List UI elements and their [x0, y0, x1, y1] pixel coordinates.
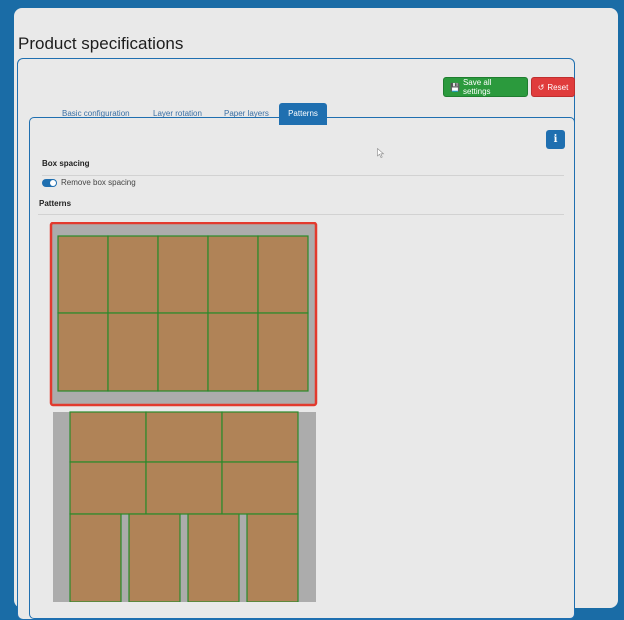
reset-button-label: Reset: [547, 82, 569, 92]
remove-box-spacing-label: Remove box spacing: [61, 178, 136, 187]
save-button-label: Save all settings: [462, 78, 492, 96]
reset-button[interactable]: ↺ Reset: [531, 77, 575, 97]
tab-patterns[interactable]: Patterns: [279, 103, 327, 125]
pattern-option-1[interactable]: [49, 222, 318, 407]
divider: [42, 175, 564, 176]
info-button[interactable]: i: [546, 130, 565, 149]
remove-box-spacing-toggle[interactable]: [42, 179, 57, 187]
tab-layer-rotation[interactable]: Layer rotation: [153, 103, 202, 125]
tab-paper-layers[interactable]: Paper layers: [224, 103, 269, 125]
toggle-knob: [50, 180, 56, 186]
divider: [38, 214, 564, 215]
mouse-cursor-icon: [377, 148, 385, 158]
undo-icon: ↺: [537, 82, 545, 92]
floppy-disk-icon: 💾: [450, 82, 460, 92]
patterns-heading: Patterns: [39, 199, 72, 208]
pattern-1-boxes: [57, 235, 309, 392]
page-title: Product specifications: [18, 34, 184, 53]
patterns-list: [49, 222, 318, 602]
box-spacing-heading: Box spacing: [42, 159, 90, 168]
tab-basic-configuration[interactable]: Basic configuration: [62, 103, 130, 125]
save-all-settings-button[interactable]: 💾 Save all settings: [443, 77, 528, 97]
pattern-option-2[interactable]: [53, 411, 316, 602]
